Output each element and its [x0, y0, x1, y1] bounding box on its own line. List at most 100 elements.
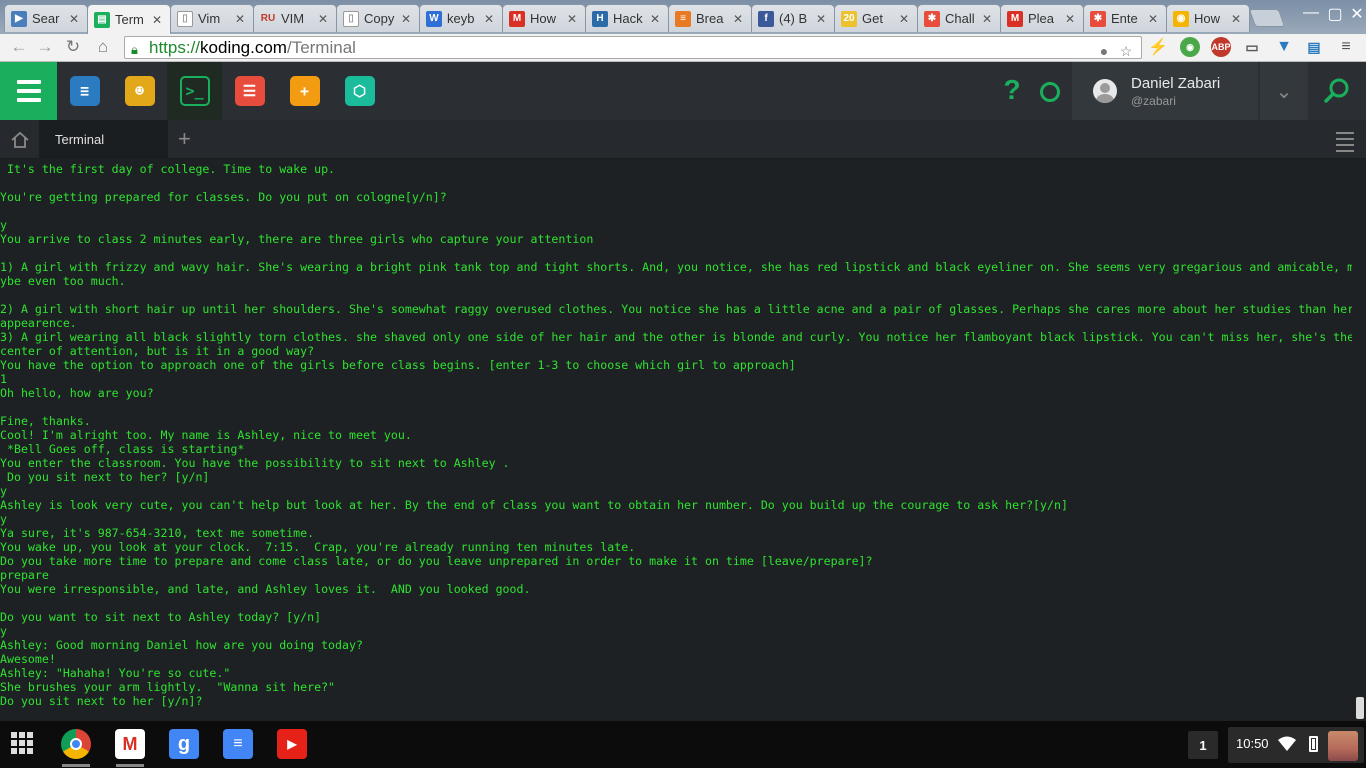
ace-app[interactable]: ☰	[222, 62, 277, 120]
lightbulb-icon[interactable]: ●	[1095, 41, 1113, 62]
close-tab-icon[interactable]: ✕	[1148, 12, 1160, 26]
close-tab-icon[interactable]: ✕	[235, 12, 247, 26]
minimize-window-icon[interactable]: —	[1298, 4, 1324, 22]
close-tab-icon[interactable]: ✕	[567, 12, 579, 26]
docs-extension-icon[interactable]: ▤	[1304, 37, 1324, 57]
lock-icon: 🔒︎	[131, 42, 138, 57]
browser-tab[interactable]: 20 Get ✕	[834, 4, 918, 32]
chevron-down-icon[interactable]: ⌄	[1260, 62, 1308, 120]
chrome-icon: ◉	[1173, 10, 1189, 27]
chrome-icon[interactable]	[61, 729, 91, 759]
browser-tab[interactable]: ◉ How ✕	[1166, 4, 1250, 32]
lightning-extension-icon[interactable]: ⚡	[1148, 37, 1168, 57]
browser-tab[interactable]: ▶ Sear ✕	[4, 4, 88, 32]
teamwork-app[interactable]: +	[277, 62, 332, 120]
tab-terminal[interactable]: Terminal	[40, 120, 168, 159]
document-icon: ▯	[177, 10, 193, 27]
close-tab-icon[interactable]: ✕	[484, 12, 496, 26]
notification-count[interactable]: 1	[1188, 731, 1218, 759]
home-icon[interactable]	[0, 120, 40, 159]
close-tab-icon[interactable]: ✕	[318, 12, 330, 26]
browser-tab[interactable]: ≡ Brea ✕	[668, 4, 752, 32]
status-tray[interactable]: 10:50	[1228, 727, 1364, 763]
activity-app[interactable]: ≡	[57, 62, 112, 120]
terminal-line: You wake up, you look at your clock. 7:1…	[0, 540, 636, 554]
terminal-line: 2) A girl with short hair up until her s…	[0, 302, 1352, 316]
app-launcher-icon[interactable]	[11, 732, 33, 754]
close-tab-icon[interactable]: ✕	[899, 12, 911, 26]
close-tab-icon[interactable]: ✕	[152, 13, 164, 27]
terminal-line: Fine, thanks.	[0, 414, 91, 428]
cast-icon[interactable]: ▭	[1242, 37, 1262, 57]
browser-tab-strip: — ▢ ✕ ▶ Sear ✕ ▤ Term ✕ ▯ Vim ✕ RU VIM ✕ ▯ Copy ✕ Wkeyb…	[0, 0, 1366, 34]
close-tab-icon[interactable]: ✕	[816, 12, 828, 26]
chrome-menu-icon[interactable]: ≡	[1336, 37, 1356, 57]
close-tab-icon[interactable]: ✕	[401, 12, 413, 26]
chat-bubble-icon: ≡	[69, 76, 100, 106]
youtube-icon[interactable]: ▶	[277, 729, 307, 759]
reload-icon[interactable]: ↻	[62, 37, 84, 57]
terminal-line: appearence.	[0, 316, 77, 330]
panel-menu-icon[interactable]	[1336, 132, 1354, 152]
terminal-line: Ashley is look very cute, you can't help…	[0, 498, 1068, 512]
wikipedia-icon: W	[426, 10, 442, 27]
terminal-line: Oh hello, how are you?	[0, 386, 154, 400]
terminal-line: 1) A girl with frizzy and wavy hair. She…	[0, 260, 1352, 274]
google-icon[interactable]: g	[169, 729, 199, 759]
close-tab-icon[interactable]: ✕	[1065, 12, 1077, 26]
browser-tab[interactable]: ✱ Chall ✕	[917, 4, 1001, 32]
browser-tab-title: How	[530, 11, 557, 26]
forward-arrow-icon[interactable]: →	[34, 37, 56, 57]
user-account-box[interactable]: Daniel Zabari @zabari	[1072, 62, 1258, 120]
browser-tab[interactable]: Wkeyb ✕	[419, 4, 503, 32]
browser-tab[interactable]: RU VIM ✕	[253, 4, 337, 32]
browser-tab-title: Plea	[1028, 11, 1055, 26]
terminal-app[interactable]: >_	[167, 62, 222, 120]
search-icon[interactable]	[1322, 76, 1352, 106]
browser-tab[interactable]: ▯ Copy ✕	[336, 4, 420, 32]
facebook-icon: f	[758, 10, 774, 27]
browser-tab[interactable]: M How ✕	[502, 4, 586, 32]
notepad-icon: ☰	[234, 76, 265, 106]
address-bar[interactable]: 🔒︎ https://koding.com/Terminal ● ☆	[124, 36, 1142, 59]
close-tab-icon[interactable]: ✕	[650, 12, 662, 26]
close-tab-icon[interactable]: ✕	[733, 12, 745, 26]
browser-tab[interactable]: f (4) B ✕	[751, 4, 835, 32]
back-arrow-icon[interactable]: ←	[8, 37, 30, 57]
terminal-line: You have the option to approach one of t…	[0, 358, 796, 372]
docs-icon[interactable]: ≡	[223, 729, 253, 759]
terminal-scrollbar[interactable]	[1352, 159, 1366, 721]
scrollbar-thumb[interactable]	[1356, 697, 1364, 719]
terminal-line: Do you sit next to her? [y/n]	[0, 470, 210, 484]
members-app[interactable]: ☻	[112, 62, 167, 120]
browser-tab[interactable]: M Plea ✕	[1000, 4, 1084, 32]
play-arrow-icon: ▶	[11, 10, 27, 27]
close-window-icon[interactable]: ✕	[1344, 4, 1366, 24]
browser-tab[interactable]: ▯ Vim ✕	[170, 4, 254, 32]
hexagon-app[interactable]: ⬡	[332, 62, 387, 120]
pinwheel-icon: ✱	[924, 10, 940, 27]
stackoverflow-icon: ≡	[675, 10, 691, 27]
new-tab-button[interactable]	[1248, 9, 1286, 27]
help-button[interactable]: ?	[1000, 74, 1024, 106]
gmail-icon[interactable]: M	[115, 729, 145, 759]
evernote-extension-icon[interactable]: ◉	[1180, 37, 1200, 57]
url-host: koding.com	[200, 38, 287, 57]
home-icon[interactable]: ⌂	[92, 37, 114, 57]
main-menu-button[interactable]	[0, 62, 57, 120]
terminal-output[interactable]: It's the first day of college. Time to w…	[0, 159, 1352, 721]
status-ring-icon[interactable]	[1040, 82, 1060, 102]
browser-tab[interactable]: ▤ Term ✕	[87, 4, 171, 34]
gmail-icon: M	[1007, 10, 1023, 27]
bookmark-star-icon[interactable]: ☆	[1117, 41, 1135, 62]
adblock-plus-icon[interactable]: ABP	[1211, 37, 1231, 57]
add-tab-button[interactable]: +	[178, 126, 191, 152]
close-tab-icon[interactable]: ✕	[69, 12, 81, 26]
browser-tab[interactable]: H Hack ✕	[585, 4, 669, 32]
close-tab-icon[interactable]: ✕	[982, 12, 994, 26]
vpn-extension-icon[interactable]: ▼	[1274, 37, 1294, 57]
browser-tab[interactable]: ✱ Ente ✕	[1083, 4, 1167, 32]
user-photo-avatar	[1328, 731, 1358, 761]
close-tab-icon[interactable]: ✕	[1231, 12, 1243, 26]
